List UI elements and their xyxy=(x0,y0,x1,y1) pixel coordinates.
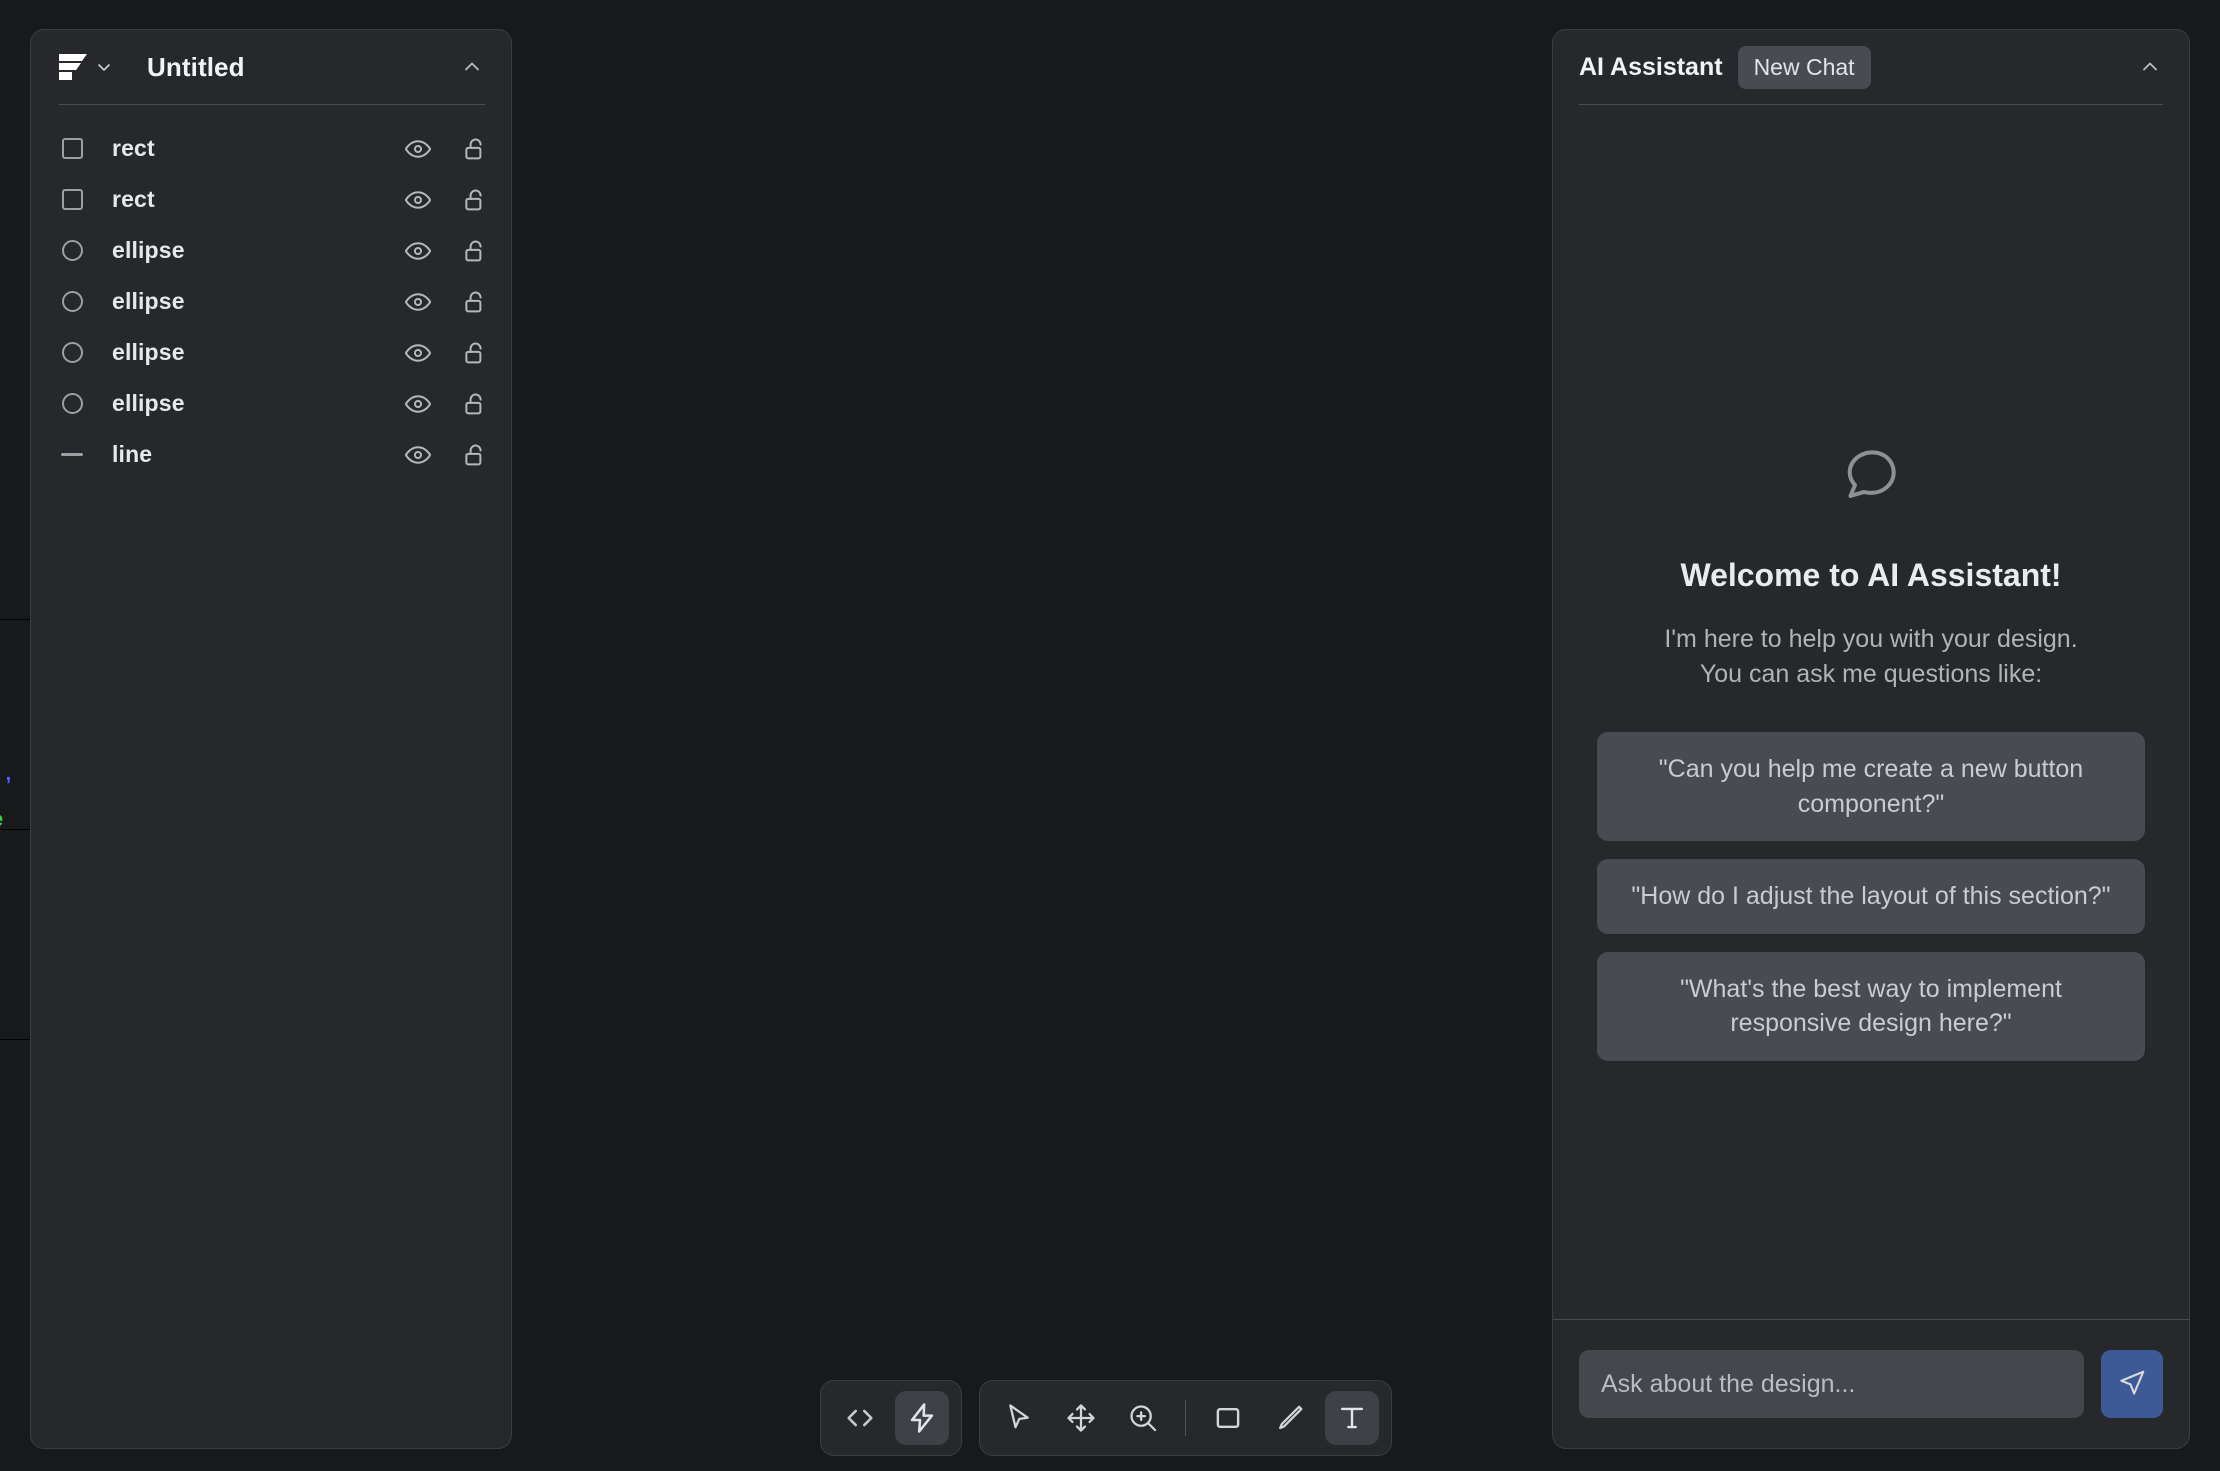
mode-toolbar xyxy=(820,1380,962,1456)
eye-icon[interactable] xyxy=(404,441,432,469)
circle-icon xyxy=(59,340,85,366)
speech-bubble-icon xyxy=(1839,443,1903,507)
eye-icon[interactable] xyxy=(404,186,432,214)
line-icon xyxy=(59,442,85,468)
layer-row[interactable]: ellipse xyxy=(31,225,511,276)
circle-icon xyxy=(59,391,85,417)
welcome-subtitle-line1: I'm here to help you with your design. xyxy=(1664,625,2078,653)
layer-name: rect xyxy=(112,186,155,212)
layer-row[interactable]: rect xyxy=(31,123,511,174)
eye-icon[interactable] xyxy=(404,339,432,367)
tools-toolbar xyxy=(979,1380,1392,1456)
ai-chat-input[interactable] xyxy=(1579,1350,2084,1418)
background-panel-row: ob , ice xyxy=(0,620,33,832)
circle-icon xyxy=(59,238,85,264)
toolbar-divider xyxy=(1185,1400,1186,1436)
ai-chat-empty-state: Welcome to AI Assistant! I'm here to hel… xyxy=(1553,105,2189,1319)
square-icon xyxy=(59,136,85,162)
rectangle-icon[interactable] xyxy=(1201,1391,1255,1445)
suggestion-chip[interactable]: "How do I adjust the layout of this sect… xyxy=(1597,859,2145,934)
unlock-icon[interactable] xyxy=(461,390,489,418)
page-title: Untitled xyxy=(147,51,245,82)
welcome-heading: Welcome to AI Assistant! xyxy=(1680,557,2062,593)
ai-panel-title: AI Assistant xyxy=(1579,52,1723,81)
layers-logo-icon xyxy=(59,54,87,80)
canvas-toolbars xyxy=(820,1380,1392,1456)
unlock-icon[interactable] xyxy=(461,441,489,469)
background-panel-row xyxy=(0,830,33,1040)
background-text-blue: ob , xyxy=(0,762,12,785)
welcome-subtitle-line2: You can ask me questions like: xyxy=(1699,660,2043,688)
unlock-icon[interactable] xyxy=(461,237,489,265)
eye-icon[interactable] xyxy=(404,237,432,265)
background-text-green: ice xyxy=(0,808,3,832)
ai-panel-collapse-button[interactable] xyxy=(2137,54,2163,80)
unlock-icon[interactable] xyxy=(461,339,489,367)
layers-panel-header: Untitled xyxy=(31,30,511,104)
suggestion-chip[interactable]: "Can you help me create a new button com… xyxy=(1597,732,2145,841)
app-root: ob , ice Untitled xyxy=(0,0,2220,1471)
square-icon xyxy=(59,187,85,213)
eye-icon[interactable] xyxy=(404,390,432,418)
layer-name: ellipse xyxy=(112,339,185,365)
layer-row[interactable]: ellipse xyxy=(31,378,511,429)
eye-icon[interactable] xyxy=(404,135,432,163)
ai-assistant-panel: AI Assistant New Chat Welcome to AI Assi… xyxy=(1552,29,2190,1449)
layer-name: ellipse xyxy=(112,288,185,314)
circle-icon xyxy=(59,289,85,315)
layer-row[interactable]: ellipse xyxy=(31,327,511,378)
layers-panel: Untitled rect rect ellipse ellipse ellip… xyxy=(30,29,512,1449)
layer-row[interactable]: rect xyxy=(31,174,511,225)
layer-row[interactable]: line xyxy=(31,429,511,480)
zoom-in-icon[interactable] xyxy=(1116,1391,1170,1445)
pen-icon[interactable] xyxy=(1263,1391,1317,1445)
lightning-icon[interactable] xyxy=(895,1391,949,1445)
eye-icon[interactable] xyxy=(404,288,432,316)
layer-name: rect xyxy=(112,135,155,161)
welcome-subtitle: I'm here to help you with your design. Y… xyxy=(1664,622,2077,692)
background-panel-row xyxy=(0,520,33,620)
layer-row[interactable]: ellipse xyxy=(31,276,511,327)
layer-name: line xyxy=(112,441,153,467)
ai-input-area xyxy=(1553,1320,2189,1448)
suggestion-list: "Can you help me create a new button com… xyxy=(1597,732,2145,1061)
send-icon xyxy=(2117,1368,2147,1401)
new-chat-button[interactable]: New Chat xyxy=(1737,45,1871,89)
layer-name: ellipse xyxy=(112,390,185,416)
chevron-down-icon xyxy=(94,57,114,77)
ai-panel-header: AI Assistant New Chat xyxy=(1553,30,2189,104)
unlock-icon[interactable] xyxy=(461,135,489,163)
background-panel-peek: ob , ice xyxy=(0,520,34,1060)
background-panel-row xyxy=(0,1040,33,1060)
layers-list: rect rect ellipse ellipse ellipse ellips… xyxy=(31,105,511,1448)
send-button[interactable] xyxy=(2101,1350,2163,1418)
suggestion-chip[interactable]: "What's the best way to implement respon… xyxy=(1597,951,2145,1061)
file-menu-button[interactable] xyxy=(59,54,114,80)
layer-name: ellipse xyxy=(112,237,185,263)
unlock-icon[interactable] xyxy=(461,288,489,316)
unlock-icon[interactable] xyxy=(461,186,489,214)
cursor-icon[interactable] xyxy=(992,1391,1046,1445)
layers-panel-collapse-button[interactable] xyxy=(459,54,485,80)
move-icon[interactable] xyxy=(1054,1391,1108,1445)
code-icon[interactable] xyxy=(833,1391,887,1445)
text-icon[interactable] xyxy=(1325,1391,1379,1445)
